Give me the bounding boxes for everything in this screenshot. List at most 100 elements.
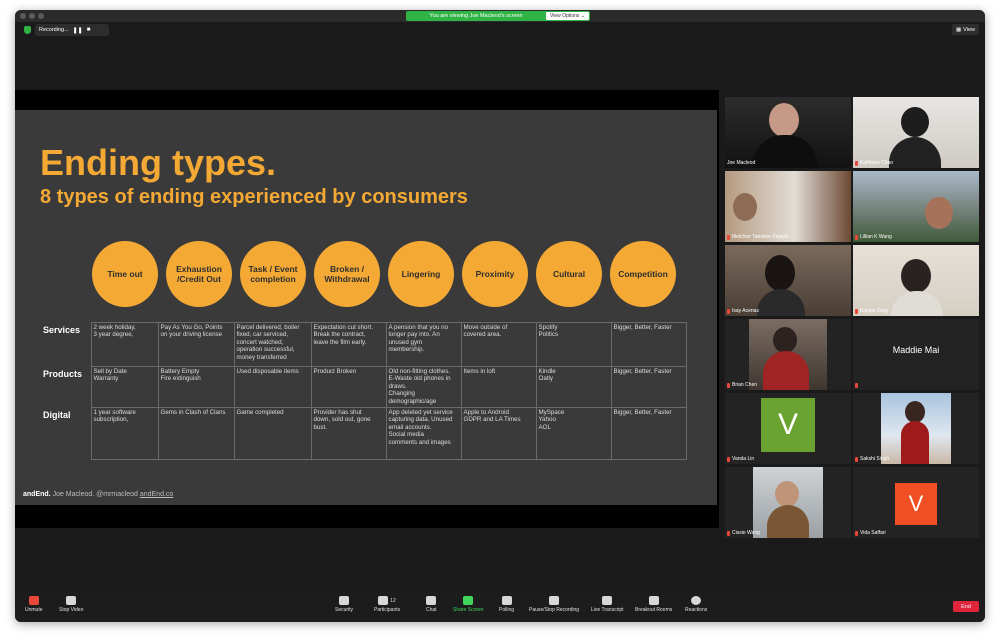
participant-tile[interactable]: Lillian K Wang — [853, 171, 979, 242]
table-cell: Items in loft — [460, 366, 537, 408]
muted-mic-icon — [727, 234, 730, 240]
live-transcript-button[interactable]: Live Transcript — [591, 596, 624, 613]
ending-type-circle: Competition — [610, 241, 676, 307]
table-cell: Bigger, Better, Faster — [610, 407, 687, 460]
ending-type-circle: Time out — [92, 241, 158, 307]
presentation-slide: Ending types. 8 types of ending experien… — [15, 110, 717, 505]
row-label: Digital — [43, 409, 71, 420]
participant-tile[interactable]: Melchior Tamisier-Fayard — [725, 171, 851, 242]
chat-button[interactable]: Chat — [426, 596, 437, 613]
participant-gallery: Joe Macleod Kathleen Chao Melchior Tamis… — [724, 97, 981, 538]
zoom-window-button[interactable] — [38, 13, 44, 19]
participants-icon — [378, 596, 389, 605]
muted-mic-icon — [855, 160, 858, 166]
participant-tile[interactable]: Brian Chen — [725, 319, 851, 390]
view-options-button[interactable]: View Options ⌄ — [546, 12, 589, 20]
recording-label: Recording... — [39, 27, 69, 33]
muted-mic-icon — [855, 383, 858, 388]
participant-name: Sakshi Singh — [855, 456, 889, 462]
participant-tile[interactable]: V Vanda Lin — [725, 393, 851, 464]
breakout-rooms-button[interactable]: Breakout Rooms — [635, 596, 672, 613]
table-cell: Gems in Clash of Clans — [157, 407, 235, 460]
participants-button[interactable]: 12 Participants — [374, 596, 400, 613]
person-figure — [925, 197, 953, 229]
recording-indicator: Recording... ❚❚ ■ — [35, 24, 109, 36]
muted-mic-icon — [855, 234, 858, 240]
table-row: Services 2 week holiday, 3 year degree, … — [40, 322, 687, 367]
muted-mic-icon — [727, 456, 730, 462]
unmute-button[interactable]: Unmute — [25, 596, 43, 613]
reactions-button[interactable]: Reactions — [685, 596, 707, 613]
share-screen-button[interactable]: Share Screen — [453, 596, 484, 613]
end-meeting-button[interactable]: End — [953, 601, 979, 612]
person-figure — [901, 259, 931, 293]
participant-tile[interactable]: Sakshi Singh — [853, 393, 979, 464]
pause-stop-recording-button[interactable]: Pause/Stop Recording — [529, 596, 579, 613]
muted-mic-icon — [727, 530, 730, 536]
participant-tile[interactable]: Cissie Wang — [725, 467, 851, 538]
table-row: Products Sell by Date Warranty Battery E… — [40, 366, 687, 408]
table-cell: Product Broken — [310, 366, 387, 408]
person-figure — [775, 481, 799, 507]
table-cell: Old non-fitting clothes. E-Waste old pho… — [385, 366, 462, 408]
participant-name — [855, 383, 858, 388]
viewing-banner: You are viewing Joe Macleod's screen Vie… — [406, 11, 590, 21]
row-label: Services — [43, 324, 81, 335]
security-button[interactable]: Security — [335, 596, 353, 613]
muted-mic-icon — [727, 308, 730, 314]
participants-count: 12 — [390, 597, 396, 604]
table-cell: Kindle Oatly — [535, 366, 612, 408]
view-button[interactable]: ▦ View — [951, 24, 979, 35]
ending-type-circle: Cultural — [536, 241, 602, 307]
participants-label: Participants — [374, 607, 401, 613]
ending-type-circle: Proximity — [462, 241, 528, 307]
table-cell: Game completed — [233, 407, 312, 460]
muted-mic-icon — [855, 530, 858, 536]
share-screen-icon — [463, 596, 474, 605]
shield-icon[interactable] — [24, 26, 31, 34]
table-cell: Move outside of covered area. — [460, 322, 537, 367]
participant-avatar: V — [761, 398, 815, 452]
chat-bubble-icon — [426, 596, 437, 605]
participant-tile[interactable]: Maddie Mai — [853, 319, 979, 390]
stop-recording-icon[interactable]: ■ — [87, 27, 91, 33]
muted-mic-icon — [28, 596, 39, 605]
pause-recording-icon[interactable]: ❚❚ — [73, 27, 83, 34]
record-icon — [549, 596, 560, 605]
participant-name-display: Maddie Mai — [892, 345, 940, 355]
close-window-button[interactable] — [20, 13, 26, 19]
participant-name: Kathleen Chao — [855, 160, 893, 166]
participant-name: Lillian K Wang — [855, 234, 892, 240]
breakout-label: Breakout Rooms — [635, 607, 673, 613]
table-cell: MySpace Yahoo AOL — [535, 407, 612, 460]
table-cell: Pay As You Go, Points on your driving li… — [157, 322, 235, 367]
person-figure — [901, 421, 929, 464]
participant-tile[interactable]: Eunjoo Jung — [853, 245, 979, 316]
participant-name: Eunjoo Jung — [855, 308, 888, 314]
table-cell: Bigger, Better, Faster — [610, 366, 687, 408]
person-figure — [733, 193, 757, 221]
minimize-window-button[interactable] — [29, 13, 35, 19]
ending-types-table: Services 2 week holiday, 3 year degree, … — [40, 322, 687, 460]
reactions-label: Reactions — [685, 607, 708, 613]
participant-name: Vida Saffari — [855, 530, 886, 536]
table-cell: Sell by Date Warranty — [90, 366, 159, 408]
table-cell: Spotify Politics — [535, 322, 612, 367]
polling-button[interactable]: Polling — [499, 596, 514, 613]
muted-mic-icon — [855, 308, 858, 314]
stop-video-button[interactable]: Stop Video — [59, 596, 83, 613]
footer-brand: andEnd. — [23, 491, 51, 498]
title-bar: You are viewing Joe Macleod's screen Vie… — [15, 10, 985, 22]
chat-label: Chat — [426, 607, 437, 613]
participant-name: Melchior Tamisier-Fayard — [727, 234, 788, 240]
person-figure — [769, 103, 799, 137]
stop-video-label: Stop Video — [59, 607, 84, 613]
participant-tile[interactable]: Kathleen Chao — [853, 97, 979, 168]
cc-icon — [602, 596, 613, 605]
shield-icon — [339, 596, 350, 605]
table-cell: App deleted yet service capturing data. … — [385, 407, 462, 460]
participant-tile[interactable]: Isay Acenas — [725, 245, 851, 316]
participant-tile[interactable]: V Vida Saffari — [853, 467, 979, 538]
participant-tile[interactable]: Joe Macleod — [725, 97, 851, 168]
transcript-label: Live Transcript — [591, 607, 624, 613]
